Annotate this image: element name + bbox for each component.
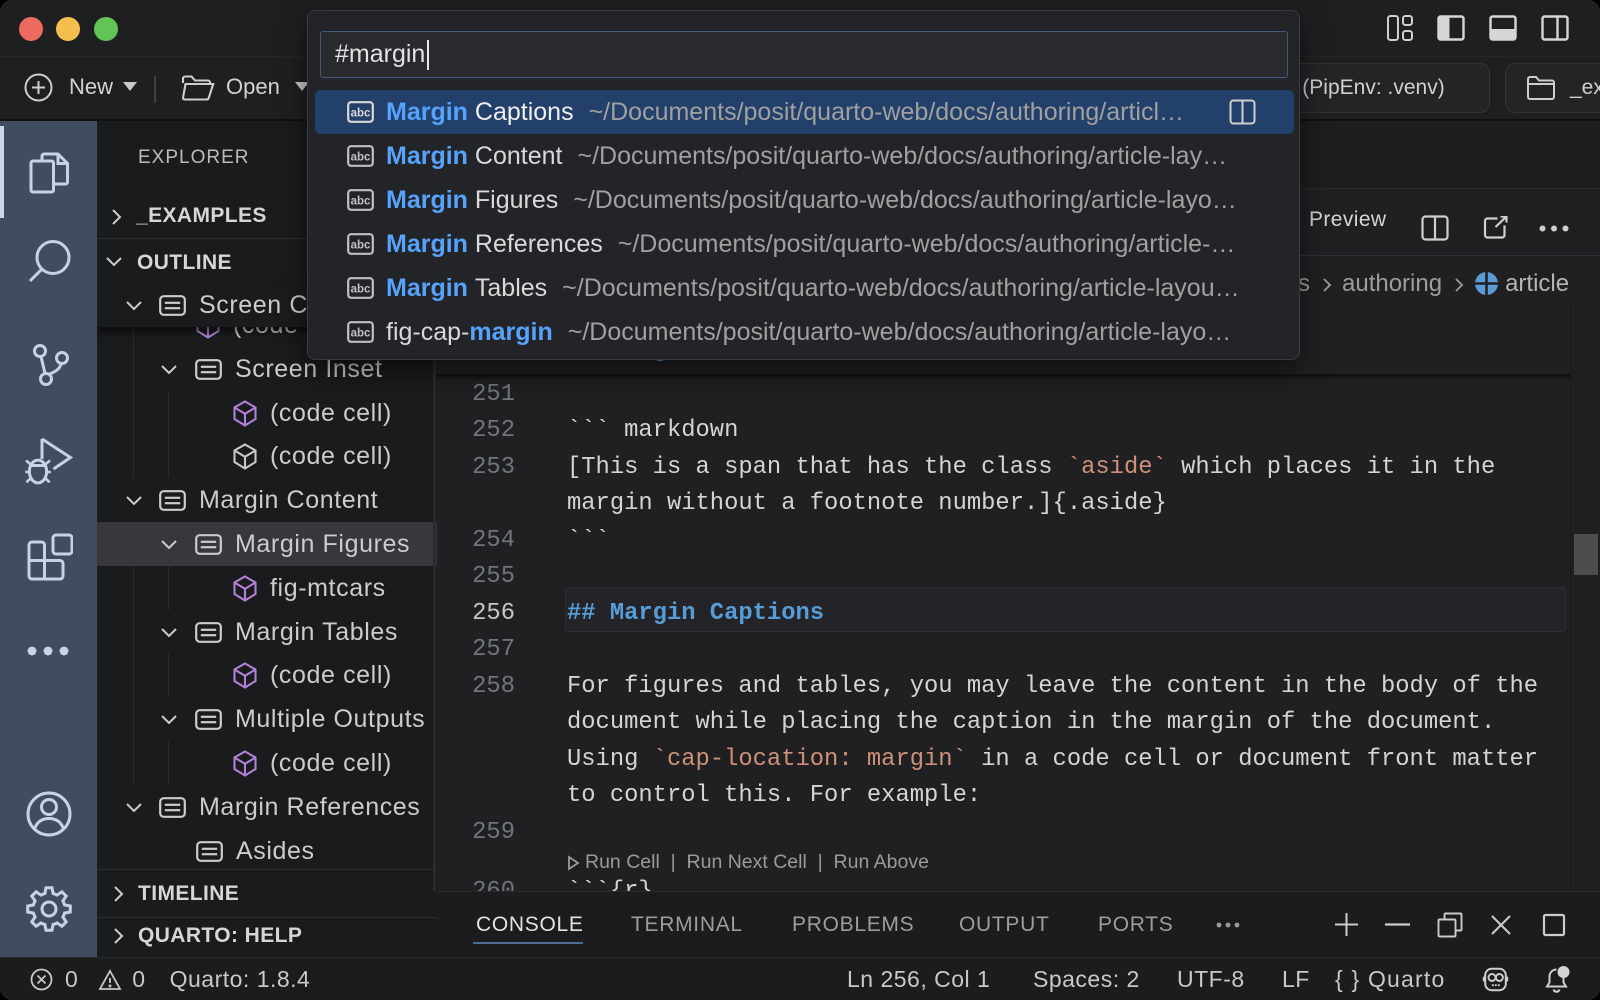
svg-text:abc: abc bbox=[351, 108, 371, 120]
svg-text:abc: abc bbox=[351, 196, 371, 208]
svg-text:abc: abc bbox=[351, 284, 371, 296]
svg-text:abc: abc bbox=[351, 240, 371, 252]
svg-text:abc: abc bbox=[351, 328, 371, 340]
svg-text:abc: abc bbox=[351, 152, 371, 164]
